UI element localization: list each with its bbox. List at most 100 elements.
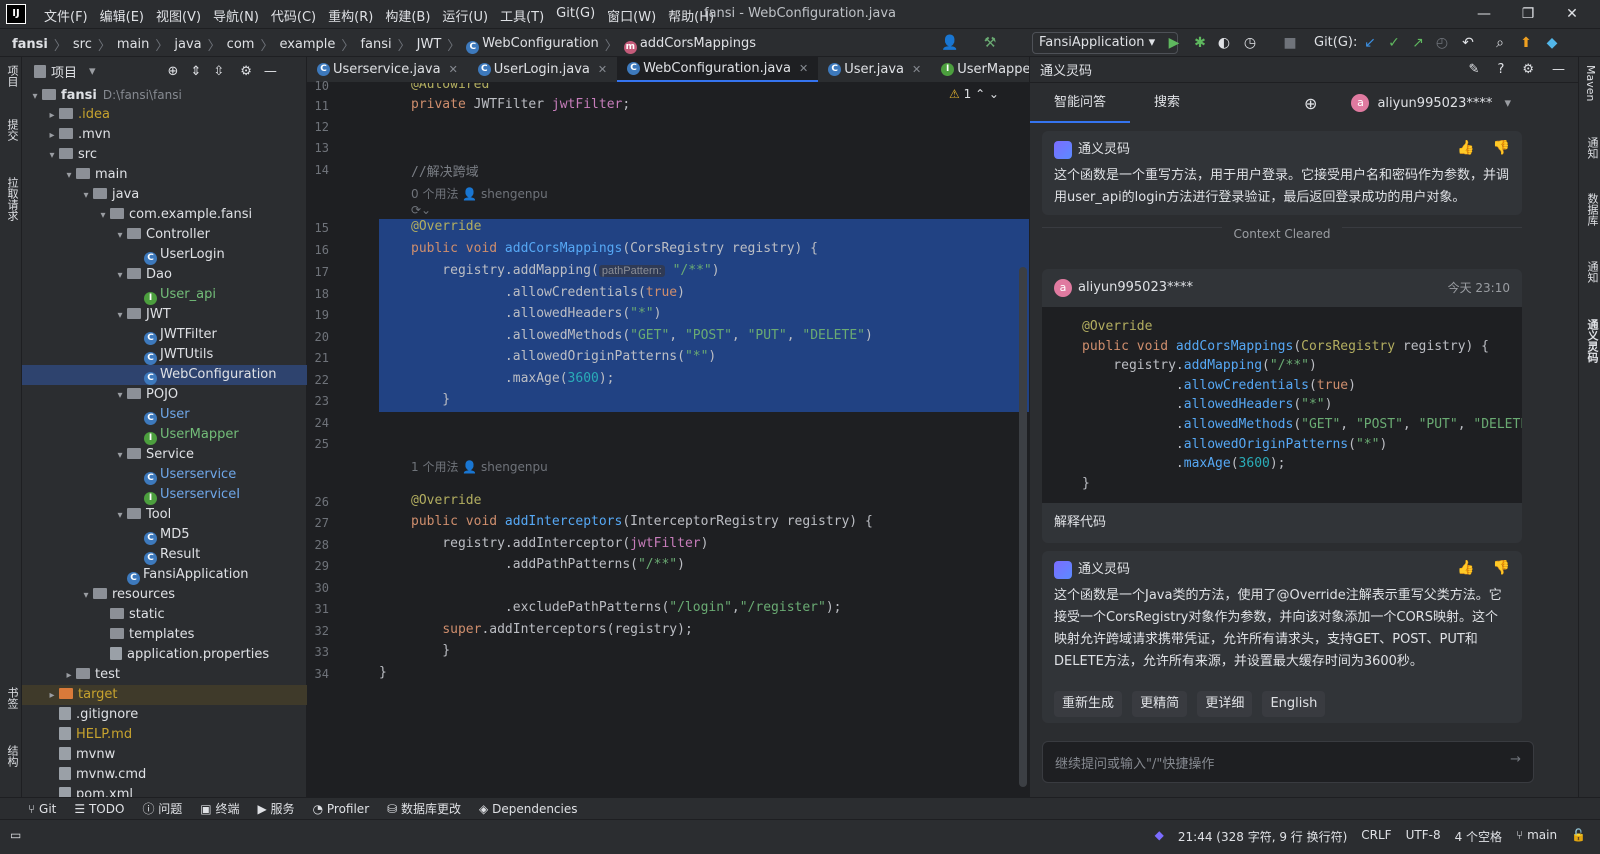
alerts-tool-button[interactable]: 通知: [1584, 261, 1600, 283]
user-icon[interactable]: 👤: [940, 35, 960, 51]
tree-item[interactable]: ▸ .mvn: [22, 125, 307, 145]
tree-item[interactable]: C UserLogin: [22, 245, 307, 265]
git-push-icon[interactable]: ↗: [1408, 35, 1428, 51]
run-configuration-select[interactable]: FansiApplication ▾: [1032, 32, 1178, 54]
crumb-java[interactable]: java: [174, 37, 201, 52]
regenerate-button[interactable]: 重新生成: [1054, 691, 1123, 717]
crumb-class[interactable]: C WebConfiguration: [466, 36, 599, 54]
file-encoding[interactable]: UTF-8: [1406, 828, 1441, 845]
close-tab-icon[interactable]: ✕: [799, 62, 808, 75]
menu-build[interactable]: 构建(B): [385, 6, 430, 25]
crumb-src[interactable]: src: [73, 37, 92, 52]
help-icon[interactable]: ?: [1497, 62, 1504, 77]
more-detailed-button[interactable]: 更详细: [1197, 691, 1253, 717]
usage-hint-2[interactable]: 1 个用法 👤 shengenpu: [411, 458, 548, 475]
crumb-method[interactable]: m addCorsMappings: [623, 36, 756, 54]
chevron-down-icon[interactable]: ▾: [113, 226, 127, 246]
tree-item[interactable]: C JWTUtils: [22, 345, 307, 365]
tongyi-tool-button[interactable]: 通义灵码: [1584, 319, 1600, 363]
crumb-jwt[interactable]: JWT: [417, 37, 442, 52]
tree-item[interactable]: C User: [22, 405, 307, 425]
tool-dependencies[interactable]: ◈ Dependencies: [479, 802, 577, 816]
more-concise-button[interactable]: 更精简: [1132, 691, 1188, 717]
maximize-icon[interactable]: ❐: [1508, 3, 1548, 25]
hide-icon[interactable]: —: [264, 64, 277, 79]
profile-icon[interactable]: ◷: [1240, 35, 1260, 51]
tool-problems[interactable]: ⓘ 问题: [142, 800, 182, 817]
git-history-icon[interactable]: ◴: [1432, 35, 1452, 51]
tool-git[interactable]: ⑂ Git: [28, 802, 56, 816]
tree-item[interactable]: C Userservice: [22, 465, 307, 485]
chevron-down-icon[interactable]: ▾: [96, 206, 110, 226]
indent-setting[interactable]: 4 个空格: [1455, 828, 1502, 845]
crumb-fansi[interactable]: fansi: [360, 37, 391, 52]
crumb-project[interactable]: fansi: [12, 37, 48, 52]
tree-item[interactable]: ▾ main: [22, 165, 307, 185]
git-commit-icon[interactable]: ✓: [1384, 35, 1404, 51]
tree-item[interactable]: ▾ fansi D:\fansi\fansi: [22, 85, 307, 105]
editor-tab[interactable]: C UserLogin.java ✕: [468, 57, 617, 82]
user-account[interactable]: aliyun995023****: [1377, 96, 1492, 111]
tree-item[interactable]: C JWTFilter: [22, 325, 307, 345]
chevron-down-icon[interactable]: ▾: [113, 446, 127, 466]
tool-todo[interactable]: ☰ TODO: [74, 802, 124, 816]
new-chat-icon[interactable]: ⊕: [1304, 94, 1317, 113]
editor-tab[interactable]: C User.java ✕: [818, 57, 931, 82]
code-area[interactable]: ⚠ 1 ⌃ ⌄ @Autowired private JWTFilter jwt…: [379, 83, 1029, 797]
menu-file[interactable]: 文件(F): [44, 6, 88, 25]
tree-item[interactable]: ▸ .idea: [22, 105, 307, 125]
chevron-down-icon[interactable]: ▾: [79, 186, 93, 206]
chevron-down-icon[interactable]: ▾: [28, 87, 42, 107]
chevron-right-icon[interactable]: ▸: [45, 686, 59, 706]
menu-view[interactable]: 视图(V): [156, 6, 201, 25]
chevron-right-icon[interactable]: ▸: [62, 666, 76, 686]
tree-item[interactable]: I UserMapper: [22, 425, 307, 445]
tree-item[interactable]: ▸ test: [22, 665, 307, 685]
warning-indicator[interactable]: ⚠ 1 ⌃ ⌄: [949, 87, 999, 101]
search-icon[interactable]: ⌕: [1490, 35, 1510, 51]
chevron-right-icon[interactable]: ▸: [45, 126, 59, 146]
tongyi-status-icon[interactable]: ◆: [1155, 828, 1164, 845]
tree-item[interactable]: templates: [22, 625, 307, 645]
menu-window[interactable]: 窗口(W): [607, 6, 656, 25]
menu-run[interactable]: 运行(U): [442, 6, 488, 25]
thumbs-up-icon[interactable]: 👍: [1457, 137, 1474, 159]
code-snippet[interactable]: @Override public void addCorsMappings(Co…: [1042, 307, 1522, 503]
project-tool-button[interactable]: 项目: [4, 65, 20, 87]
tree-item[interactable]: ▾ JWT: [22, 305, 307, 325]
usage-hint[interactable]: 0 个用法 👤 shengenpu: [411, 185, 548, 202]
expand-all-icon[interactable]: ⇕: [190, 64, 201, 79]
coverage-icon[interactable]: ◐: [1214, 35, 1234, 51]
tree-item[interactable]: C Result: [22, 545, 307, 565]
pull-requests-tool-button[interactable]: 拉取请求: [4, 177, 20, 221]
tree-item[interactable]: static: [22, 605, 307, 625]
tree-item[interactable]: ▾ POJO: [22, 385, 307, 405]
thumbs-down-icon[interactable]: 👎: [1493, 137, 1510, 159]
build-hammer-icon[interactable]: ⚒: [980, 35, 1000, 51]
chevron-down-icon[interactable]: ▾: [1504, 96, 1511, 111]
ai-hint-icon[interactable]: ⟳⌄: [411, 203, 431, 217]
menu-refactor[interactable]: 重构(R): [328, 6, 373, 25]
chevron-down-icon[interactable]: ▾: [113, 506, 127, 526]
tree-item[interactable]: ▾ java: [22, 185, 307, 205]
tree-item[interactable]: C WebConfiguration: [22, 365, 307, 385]
project-panel-title[interactable]: 项目: [51, 62, 77, 81]
edit-icon[interactable]: ✎: [1469, 62, 1480, 77]
editor-tab[interactable]: C WebConfiguration.java ✕: [617, 57, 819, 82]
lock-icon[interactable]: 🔓: [1571, 828, 1586, 845]
tab-smart-qa[interactable]: 智能问答: [1030, 83, 1131, 123]
tree-item[interactable]: ▾ Service: [22, 445, 307, 465]
english-button[interactable]: English: [1262, 691, 1326, 717]
chevron-down-icon[interactable]: ▾: [113, 266, 127, 286]
tree-item[interactable]: C MD5: [22, 525, 307, 545]
crumb-main[interactable]: main: [117, 37, 149, 52]
tree-item[interactable]: mvnw.cmd: [22, 765, 307, 785]
tool-services[interactable]: ▶ 服务: [257, 800, 294, 817]
tree-item[interactable]: I User_api: [22, 285, 307, 305]
tree-item[interactable]: ▸ target: [22, 685, 307, 705]
commit-tool-button[interactable]: 提交: [4, 119, 20, 141]
tree-item[interactable]: C FansiApplication: [22, 565, 307, 585]
chevron-down-icon[interactable]: ▾: [79, 586, 93, 606]
chevron-down-icon[interactable]: ▾: [113, 386, 127, 406]
git-branch[interactable]: ⑂ main: [1516, 828, 1557, 845]
